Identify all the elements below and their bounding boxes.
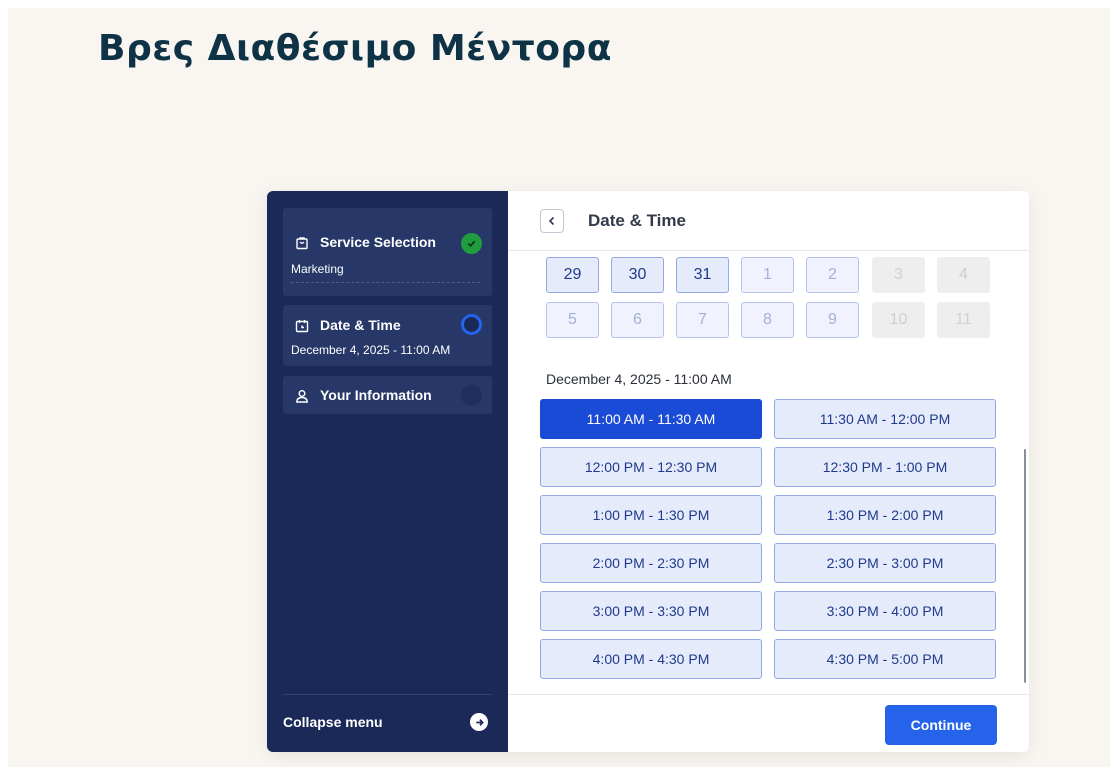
step-subtitle: Marketing	[291, 262, 344, 276]
time-slot[interactable]: 11:30 AM - 12:00 PM	[774, 399, 996, 439]
main-panel: Date & Time 29 30 31 1 2 3 4 5 6 7 8 9 10 11 December…	[508, 191, 1029, 752]
calendar-day: 4	[937, 257, 990, 293]
time-slot[interactable]: 3:30 PM - 4:00 PM	[774, 591, 996, 631]
calendar-day[interactable]: 9	[806, 302, 859, 338]
arrow-right-icon[interactable]	[470, 713, 488, 731]
sidebar-divider	[283, 694, 492, 695]
calendar-day[interactable]: 31	[676, 257, 729, 293]
step-subtitle: December 4, 2025 - 11:00 AM	[291, 343, 451, 357]
step-your-information[interactable]: Your Information	[283, 376, 492, 414]
step-date-time[interactable]: Date & Time December 4, 2025 - 11:00 AM	[283, 305, 492, 366]
pending-step-indicator	[461, 385, 482, 406]
page-title: Βρες Διαθέσιμο Μέντορα	[98, 28, 612, 69]
time-slot[interactable]: 2:00 PM - 2:30 PM	[540, 543, 762, 583]
time-slot[interactable]: 11:00 AM - 11:30 AM	[540, 399, 762, 439]
steps-sidebar: Service Selection Marketing Date & Time …	[267, 191, 508, 752]
calendar-day[interactable]: 30	[611, 257, 664, 293]
selected-datetime-label: December 4, 2025 - 11:00 AM	[546, 371, 732, 387]
step-title: Service Selection	[320, 234, 436, 250]
scrollbar-thumb[interactable]	[1024, 449, 1026, 683]
calendar-day: 11	[937, 302, 990, 338]
time-slot[interactable]: 1:30 PM - 2:00 PM	[774, 495, 996, 535]
time-slot[interactable]: 12:30 PM - 1:00 PM	[774, 447, 996, 487]
calendar-day[interactable]: 6	[611, 302, 664, 338]
time-slot[interactable]: 12:00 PM - 12:30 PM	[540, 447, 762, 487]
collapse-menu-label[interactable]: Collapse menu	[283, 714, 383, 730]
step-service-selection[interactable]: Service Selection Marketing	[283, 208, 492, 296]
time-slot[interactable]: 2:30 PM - 3:00 PM	[774, 543, 996, 583]
back-button[interactable]	[540, 209, 564, 233]
calendar-day: 3	[872, 257, 925, 293]
calendar-day[interactable]: 7	[676, 302, 729, 338]
user-icon	[295, 389, 309, 403]
step-divider	[291, 282, 480, 283]
time-slot[interactable]: 4:00 PM - 4:30 PM	[540, 639, 762, 679]
step-title: Date & Time	[320, 317, 401, 333]
booking-widget: Service Selection Marketing Date & Time …	[267, 191, 1029, 752]
calendar-icon	[295, 319, 309, 333]
step-title: Your Information	[320, 387, 432, 403]
time-slot[interactable]: 4:30 PM - 5:00 PM	[774, 639, 996, 679]
bag-icon	[295, 236, 309, 250]
calendar-day: 10	[872, 302, 925, 338]
panel-title: Date & Time	[588, 211, 686, 230]
calendar-day[interactable]: 1	[741, 257, 794, 293]
time-slot[interactable]: 3:00 PM - 3:30 PM	[540, 591, 762, 631]
time-slot[interactable]: 1:00 PM - 1:30 PM	[540, 495, 762, 535]
check-circle-icon	[461, 233, 482, 254]
calendar-day[interactable]: 29	[546, 257, 599, 293]
active-step-indicator	[461, 314, 482, 335]
continue-button[interactable]: Continue	[885, 705, 997, 745]
calendar-day[interactable]: 5	[546, 302, 599, 338]
panel-footer: Continue	[508, 694, 1029, 752]
calendar-day[interactable]: 8	[741, 302, 794, 338]
panel-header: Date & Time	[508, 191, 1029, 251]
calendar-day[interactable]: 2	[806, 257, 859, 293]
